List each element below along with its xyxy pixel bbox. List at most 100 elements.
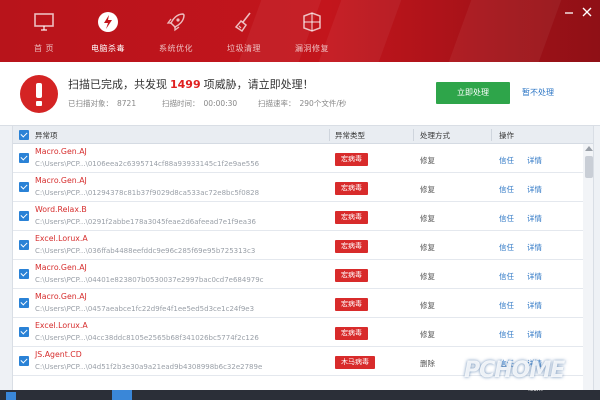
threat-path: C:\Users\PCP...\0291f2abbe178a3045feae2d… bbox=[35, 218, 256, 226]
table-row: Word.Relax.B C:\Users\PCP...\0291f2abbe1… bbox=[13, 202, 583, 231]
nav-item-patch[interactable]: 漏洞修复 bbox=[282, 10, 342, 58]
table-row: Excel.Lorux.A C:\Users\PCP...\04cc38ddc8… bbox=[13, 318, 583, 347]
trust-link[interactable]: 信任 bbox=[499, 300, 514, 311]
scan-result-headline: 扫描已完成，共发现 1499 项威胁，请立即处理！ bbox=[68, 76, 314, 92]
detail-link[interactable]: 详情 bbox=[527, 155, 542, 166]
trust-link[interactable]: 信任 bbox=[499, 242, 514, 253]
table-scrollbar[interactable] bbox=[583, 144, 593, 390]
threat-table: 异常项 异常类型 处理方式 操作 Macro.Gen.AJ C:\Users\P… bbox=[12, 126, 594, 390]
handling-method[interactable]: 删除 bbox=[420, 358, 435, 369]
nav-item-home[interactable]: 首 页 bbox=[14, 10, 74, 58]
watermark-site: .com bbox=[528, 386, 543, 393]
threat-name: Excel.Lorux.A bbox=[35, 234, 88, 243]
handling-method[interactable]: 修复 bbox=[420, 329, 435, 340]
nav-item-label: 首 页 bbox=[33, 44, 55, 53]
row-checkbox[interactable] bbox=[19, 327, 29, 337]
table-row: Macro.Gen.AJ C:\Users\PCP...\04401e82380… bbox=[13, 260, 583, 289]
trust-link[interactable]: 信任 bbox=[499, 184, 514, 195]
detail-link[interactable]: 详情 bbox=[527, 184, 542, 195]
threat-path: C:\Users\PCP...\04d51f2b3e30a9a21ead9b43… bbox=[35, 363, 263, 371]
close-icon[interactable] bbox=[580, 6, 594, 18]
headline-prefix: 扫描已完成，共发现 bbox=[68, 78, 167, 91]
threat-name: Macro.Gen.AJ bbox=[35, 292, 87, 301]
table-row: Macro.Gen.AJ C:\Users\PCP...\01294378c81… bbox=[13, 173, 583, 202]
row-checkbox[interactable] bbox=[19, 211, 29, 221]
handle-now-button[interactable]: 立即处理 bbox=[436, 82, 510, 104]
threat-path: C:\Users\PCP...\0106eea2c6395714cf88a939… bbox=[35, 160, 260, 168]
header-decoration bbox=[448, 0, 562, 62]
handling-method[interactable]: 修复 bbox=[420, 242, 435, 253]
row-checkbox[interactable] bbox=[19, 269, 29, 279]
trust-link[interactable]: 信任 bbox=[499, 155, 514, 166]
threat-path: C:\Users\PCP...\036ffab4488eefddc9e96c28… bbox=[35, 247, 256, 255]
nav-item-antivirus[interactable]: 电脑杀毒 bbox=[78, 10, 138, 58]
threat-name: Macro.Gen.AJ bbox=[35, 263, 87, 272]
scan-result-panel: 扫描已完成，共发现 1499 项威胁，请立即处理！ 已扫描对象： 8721 扫描时间：… bbox=[0, 62, 600, 126]
threat-type-badge: 宏病毒 bbox=[335, 211, 368, 224]
nav-item-label: 电脑杀毒 bbox=[91, 44, 125, 53]
header-action: 操作 bbox=[499, 131, 514, 140]
scanned-objects-stat: 已扫描对象： 8721 bbox=[68, 98, 136, 109]
speed-label: 扫描速率： bbox=[258, 99, 296, 108]
patch-icon bbox=[303, 12, 321, 32]
nav-item-optimize[interactable]: 系统优化 bbox=[146, 10, 206, 58]
row-checkbox[interactable] bbox=[19, 182, 29, 192]
threat-type-badge: 宏病毒 bbox=[335, 298, 368, 311]
threat-type-badge: 宏病毒 bbox=[335, 182, 368, 195]
shield-icon bbox=[98, 12, 118, 32]
handling-method[interactable]: 修复 bbox=[420, 300, 435, 311]
row-checkbox[interactable] bbox=[19, 153, 29, 163]
rocket-icon bbox=[166, 13, 185, 32]
threat-name: Word.Relax.B bbox=[35, 205, 87, 214]
threat-type-badge: 宏病毒 bbox=[335, 269, 368, 282]
header-handling: 处理方式 bbox=[420, 131, 450, 140]
threat-type-badge: 宏病毒 bbox=[335, 240, 368, 253]
threat-type-badge: 木马病毒 bbox=[335, 356, 375, 369]
select-all-checkbox[interactable] bbox=[19, 130, 29, 140]
trust-link[interactable]: 信任 bbox=[499, 213, 514, 224]
start-button[interactable] bbox=[6, 392, 16, 400]
threat-name: Macro.Gen.AJ bbox=[35, 147, 87, 156]
time-value: 00:00:30 bbox=[203, 99, 238, 108]
nav-item-label: 漏洞修复 bbox=[295, 44, 329, 53]
detail-link[interactable]: 详情 bbox=[527, 242, 542, 253]
table-row: Macro.Gen.AJ C:\Users\PCP...\0457aeabce1… bbox=[13, 289, 583, 318]
ignore-for-now-link[interactable]: 暂不处理 bbox=[522, 87, 554, 98]
table-row: Excel.Lorux.A C:\Users\PCP...\036ffab448… bbox=[13, 231, 583, 260]
watermark-logo: PCHOME bbox=[464, 358, 565, 383]
threat-type-badge: 宏病毒 bbox=[335, 153, 368, 166]
row-checkbox[interactable] bbox=[19, 356, 29, 366]
row-checkbox[interactable] bbox=[19, 298, 29, 308]
handling-method[interactable]: 修复 bbox=[420, 271, 435, 282]
threat-path: C:\Users\PCP...\04401e823807b0530037e299… bbox=[35, 276, 264, 284]
header-type: 异常类型 bbox=[335, 131, 365, 140]
scan-speed-stat: 扫描速率： 290个文件/秒 bbox=[258, 98, 346, 109]
nav-item-cleanup[interactable]: 垃圾清理 bbox=[214, 10, 274, 58]
scanned-label: 已扫描对象： bbox=[68, 99, 113, 108]
top-navigation-bar: 首 页 电脑杀毒 系统优化 垃圾清理 漏洞修复 bbox=[0, 0, 600, 62]
time-label: 扫描时间： bbox=[162, 99, 200, 108]
handling-method[interactable]: 修复 bbox=[420, 155, 435, 166]
taskbar bbox=[0, 390, 600, 400]
taskbar-app-icon[interactable] bbox=[112, 390, 132, 400]
minimize-icon[interactable] bbox=[562, 6, 576, 18]
detail-link[interactable]: 详情 bbox=[527, 271, 542, 282]
detail-link[interactable]: 详情 bbox=[527, 329, 542, 340]
detail-link[interactable]: 详情 bbox=[527, 213, 542, 224]
monitor-icon bbox=[34, 13, 54, 31]
threat-name: JS.Agent.CD bbox=[35, 350, 82, 359]
handling-method[interactable]: 修复 bbox=[420, 184, 435, 195]
nav-item-label: 垃圾清理 bbox=[227, 44, 261, 53]
headline-suffix: 项威胁，请立即处理！ bbox=[203, 78, 314, 91]
scrollbar-thumb[interactable] bbox=[585, 156, 593, 178]
row-checkbox[interactable] bbox=[19, 240, 29, 250]
trust-link[interactable]: 信任 bbox=[499, 271, 514, 282]
scroll-up-arrow-icon[interactable] bbox=[585, 146, 593, 151]
detail-link[interactable]: 详情 bbox=[527, 300, 542, 311]
header-item: 异常项 bbox=[35, 131, 58, 140]
scan-time-stat: 扫描时间： 00:00:30 bbox=[162, 98, 237, 109]
threat-path: C:\Users\PCP...\01294378c81b37f9029d8ca5… bbox=[35, 189, 260, 197]
trust-link[interactable]: 信任 bbox=[499, 329, 514, 340]
handling-method[interactable]: 修复 bbox=[420, 213, 435, 224]
speed-value: 290个文件/秒 bbox=[299, 99, 347, 108]
